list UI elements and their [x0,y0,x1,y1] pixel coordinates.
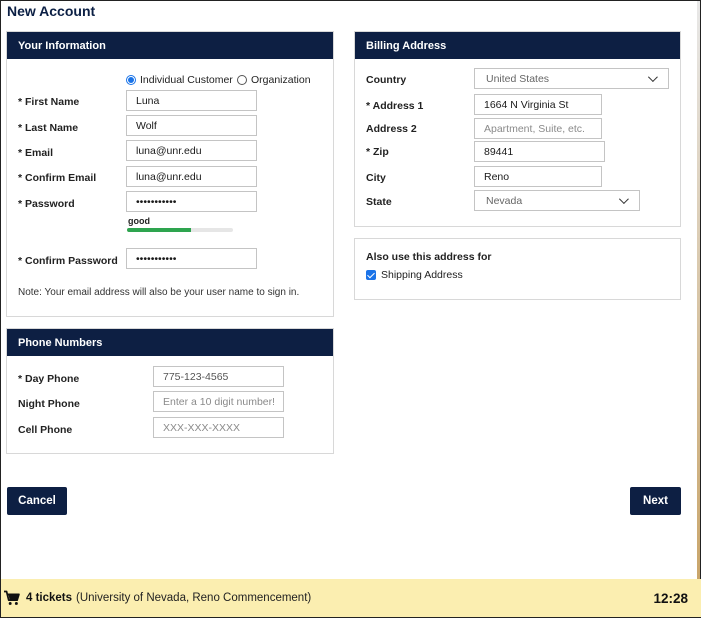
zip-input[interactable] [474,141,605,162]
country-select[interactable]: United States [474,68,669,89]
scrollbar[interactable] [697,1,700,581]
tickets-count[interactable]: 4 tickets [26,592,72,604]
password-strength-bar [127,228,233,232]
countdown-timer: 12:28 [653,590,688,606]
chevron-down-icon [647,72,658,83]
page-title: New Account [7,3,96,19]
last-name-label: * Last Name [18,122,79,134]
day-phone-label: * Day Phone [18,373,80,385]
state-label: State [366,196,392,208]
address1-label: * Address 1 [366,100,424,112]
day-phone-input[interactable] [153,366,284,387]
password-strength-label: good [128,216,150,226]
email-note: Note: Your email address will also be yo… [18,287,300,298]
night-phone-label: Night Phone [18,398,80,410]
confirm-password-label: * Confirm Password [18,255,118,267]
organization-radio[interactable]: Organization [237,74,311,86]
radio-selected-icon [126,75,136,85]
cancel-button[interactable]: Cancel [7,487,67,515]
confirm-email-label: * Confirm Email [18,172,97,184]
first-name-label: * First Name [18,96,80,108]
cell-phone-input[interactable] [153,417,284,438]
phone-numbers-header: Phone Numbers [7,329,333,356]
first-name-input[interactable] [126,90,257,111]
password-input[interactable] [126,191,257,212]
password-label: * Password [18,198,75,210]
checkbox-checked-icon [366,270,376,280]
shipping-address-checkbox[interactable]: Shipping Address [366,269,463,281]
billing-address-header: Billing Address [355,32,680,59]
night-phone-input[interactable] [153,391,284,412]
cell-phone-label: Cell Phone [18,424,73,436]
confirm-password-input[interactable] [126,248,257,269]
your-information-header: Your Information [7,32,333,59]
address1-input[interactable] [474,94,602,115]
state-select[interactable]: Nevada [474,190,640,211]
email-input[interactable] [126,140,257,161]
cart-icon [4,590,20,605]
next-button[interactable]: Next [630,487,681,515]
city-label: City [366,172,386,184]
last-name-input[interactable] [126,115,257,136]
event-name: (University of Nevada, Reno Commencement… [76,592,312,604]
address2-input[interactable] [474,118,602,139]
radio-unselected-icon [237,75,247,85]
cart-footer-bar: 4 tickets (University of Nevada, Reno Co… [1,579,701,617]
zip-label: * Zip [366,146,389,158]
chevron-down-icon [618,194,629,205]
country-label: Country [366,74,407,86]
password-strength-fill [127,228,191,232]
individual-customer-radio[interactable]: Individual Customer [126,74,233,86]
also-use-title: Also use this address for [366,251,492,263]
email-label: * Email [18,147,54,159]
city-input[interactable] [474,166,602,187]
address2-label: Address 2 [366,123,417,135]
confirm-email-input[interactable] [126,166,257,187]
